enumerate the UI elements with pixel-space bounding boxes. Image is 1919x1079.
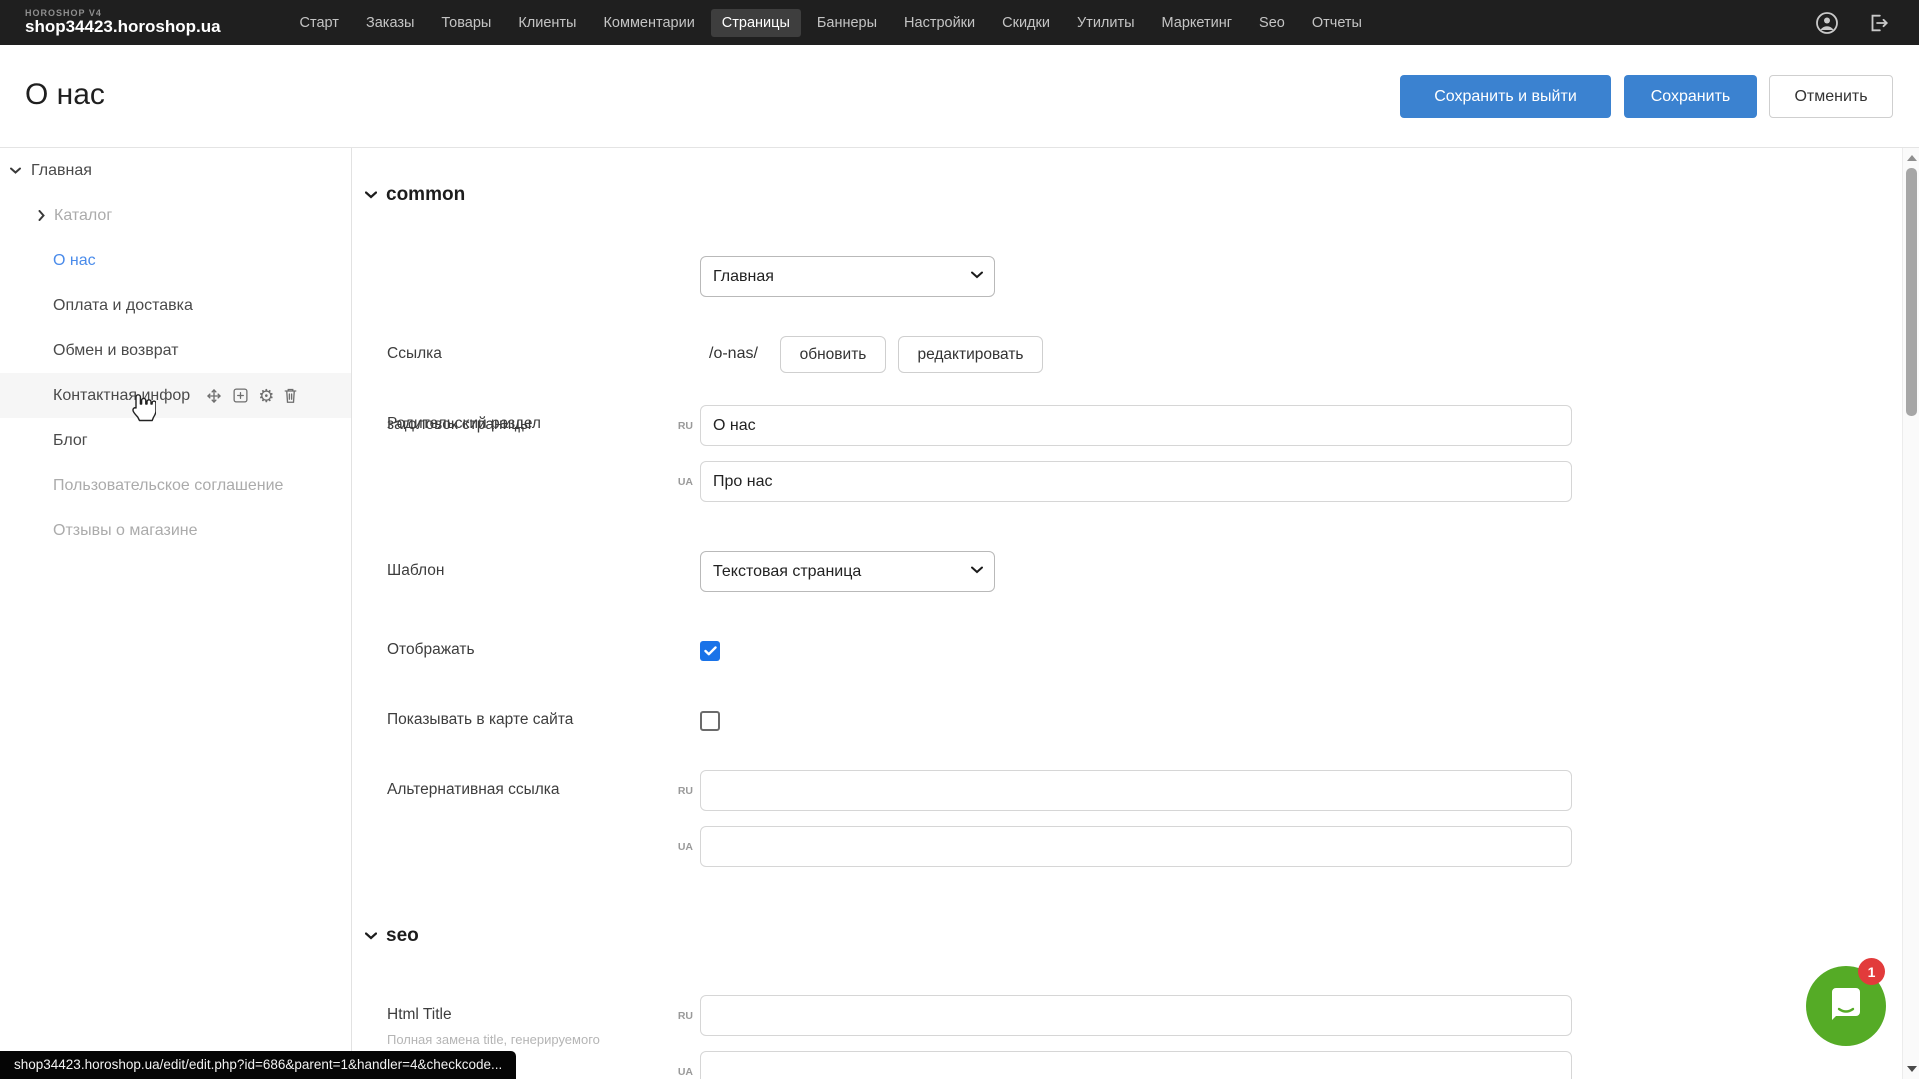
page-heading-ua-input[interactable] — [700, 461, 1572, 502]
alt-link-label: Альтернативная ссылка — [387, 781, 560, 799]
link-refresh-button[interactable]: обновить — [780, 336, 886, 373]
chevron-down-icon — [365, 191, 377, 199]
settings-gear-icon[interactable]: ⚙ — [258, 387, 274, 405]
nav-item-pages[interactable]: Страницы — [711, 9, 801, 37]
nav-item-start[interactable]: Старт — [289, 9, 350, 37]
html-title-label: Html Title — [387, 1006, 452, 1024]
page-title: О нас — [25, 78, 105, 112]
tree-item-oplata[interactable]: Оплата и доставка — [0, 283, 351, 328]
move-icon[interactable] — [205, 387, 223, 405]
tree-item-blog[interactable]: Блог — [0, 418, 351, 463]
page-edit-form: common Родительский раздел Главная docum… — [353, 148, 1902, 1079]
page-heading-label: заголовок страницы — [387, 416, 531, 434]
nav-item-banners[interactable]: Баннеры — [806, 9, 888, 37]
cancel-button[interactable]: Отменить — [1769, 75, 1893, 118]
tree-item-o-nas[interactable]: О нас — [0, 238, 351, 283]
display-checkbox[interactable] — [700, 641, 720, 661]
section-seo-header[interactable]: seo — [365, 925, 419, 947]
link-status-tooltip: shop34423.horoshop.ua/edit/edit.php?id=6… — [0, 1051, 516, 1079]
nav-item-settings[interactable]: Настройки — [893, 9, 986, 37]
lang-badge-ua: UA — [653, 476, 693, 488]
tree-item-label: Оплата и доставка — [53, 297, 193, 315]
nav-item-comments[interactable]: Комментарии — [592, 9, 705, 37]
template-select[interactable]: Текстовая страница — [700, 551, 995, 592]
add-icon[interactable] — [232, 387, 249, 404]
template-label: Шаблон — [387, 562, 444, 580]
sitemap-label: Показывать в карте сайта — [387, 711, 573, 729]
page-heading-ru-input[interactable] — [700, 405, 1572, 446]
tree-item-otzyvy[interactable]: Отзывы о магазине — [0, 508, 351, 553]
html-title-ua-input[interactable] — [700, 1051, 1572, 1079]
tree-item-glavnaya[interactable]: Главная — [0, 148, 351, 193]
chevron-right-icon[interactable] — [34, 210, 48, 221]
tree-item-label: Контактная инфор — [53, 387, 190, 405]
lang-badge-ua: UA — [653, 1066, 693, 1078]
tree-item-katalog[interactable]: Каталог — [0, 193, 351, 238]
brand-shop-domain: shop34423.horoshop.ua — [25, 18, 221, 36]
parent-section-select[interactable]: Главная — [700, 256, 995, 297]
check-icon — [704, 646, 717, 656]
link-label: Ссылка — [387, 345, 442, 363]
alt-link-ua-input[interactable] — [700, 826, 1572, 867]
tree-item-label: Каталог — [54, 207, 112, 225]
html-title-hint: Полная замена title, генерируемого — [387, 1032, 600, 1047]
top-nav-bar: HOROSHOP V4 shop34423.horoshop.ua Старт … — [0, 0, 1919, 45]
chat-bubble-icon — [1826, 986, 1866, 1026]
sitemap-checkbox[interactable] — [700, 711, 720, 731]
main-menu: Старт Заказы Товары Клиенты Комментарии … — [289, 9, 1373, 37]
logout-icon[interactable] — [1867, 12, 1889, 34]
scroll-up-arrow-icon[interactable] — [1907, 155, 1917, 161]
save-button[interactable]: Сохранить — [1624, 75, 1757, 118]
nav-item-reports[interactable]: Отчеты — [1301, 9, 1373, 37]
tree-item-soglashenie[interactable]: Пользовательское соглашение — [0, 463, 351, 508]
page-header: О нас Сохранить и выйти Сохранить Отмени… — [0, 45, 1919, 148]
pages-tree-sidebar: Главная Каталог О нас Оплата и доставка … — [0, 148, 352, 1079]
chevron-down-icon — [365, 932, 377, 940]
scrollbar-thumb[interactable] — [1906, 168, 1917, 416]
nav-item-marketing[interactable]: Маркетинг — [1151, 9, 1244, 37]
nav-item-discounts[interactable]: Скидки — [991, 9, 1061, 37]
lang-badge-ru: RU — [653, 420, 693, 432]
brand-logo[interactable]: HOROSHOP V4 shop34423.horoshop.ua — [25, 9, 221, 36]
tree-item-label: Главная — [31, 162, 92, 180]
html-title-ru-input[interactable] — [700, 995, 1572, 1036]
tree-item-label: Отзывы о магазине — [53, 522, 198, 540]
link-edit-button[interactable]: редактировать — [898, 336, 1043, 373]
tree-item-kontaktnaya[interactable]: Контактная инфор ⚙ — [0, 373, 351, 418]
scroll-down-arrow-icon[interactable] — [1907, 1066, 1917, 1072]
tree-item-actions: ⚙ — [205, 387, 298, 405]
nav-item-orders[interactable]: Заказы — [355, 9, 425, 37]
tree-item-obmen[interactable]: Обмен и возврат — [0, 328, 351, 373]
save-and-exit-button[interactable]: Сохранить и выйти — [1400, 75, 1611, 118]
tree-item-label: Пользовательское соглашение — [53, 477, 283, 495]
nav-item-utilities[interactable]: Утилиты — [1066, 9, 1146, 37]
tree-item-label: Обмен и возврат — [53, 342, 178, 360]
vertical-scrollbar[interactable] — [1902, 148, 1919, 1079]
display-label: Отображать — [387, 641, 475, 659]
section-title: common — [386, 184, 465, 206]
chevron-down-icon[interactable] — [8, 167, 22, 174]
tree-item-label: Блог — [53, 432, 88, 450]
lang-badge-ru: RU — [653, 785, 693, 797]
alt-link-ru-input[interactable] — [700, 770, 1572, 811]
lang-badge-ua: UA — [653, 841, 693, 853]
nav-item-products[interactable]: Товары — [430, 9, 502, 37]
account-icon[interactable] — [1815, 11, 1839, 35]
lang-badge-ru: RU — [653, 1010, 693, 1022]
section-common-header[interactable]: common — [365, 184, 465, 206]
link-path-value: /o-nas/ — [709, 345, 758, 363]
chat-unread-badge: 1 — [1858, 958, 1885, 985]
section-title: seo — [386, 925, 419, 947]
delete-trash-icon[interactable] — [283, 387, 298, 404]
tree-item-label: О нас — [53, 252, 96, 270]
nav-item-seo[interactable]: Seo — [1248, 9, 1296, 37]
nav-item-clients[interactable]: Клиенты — [507, 9, 587, 37]
